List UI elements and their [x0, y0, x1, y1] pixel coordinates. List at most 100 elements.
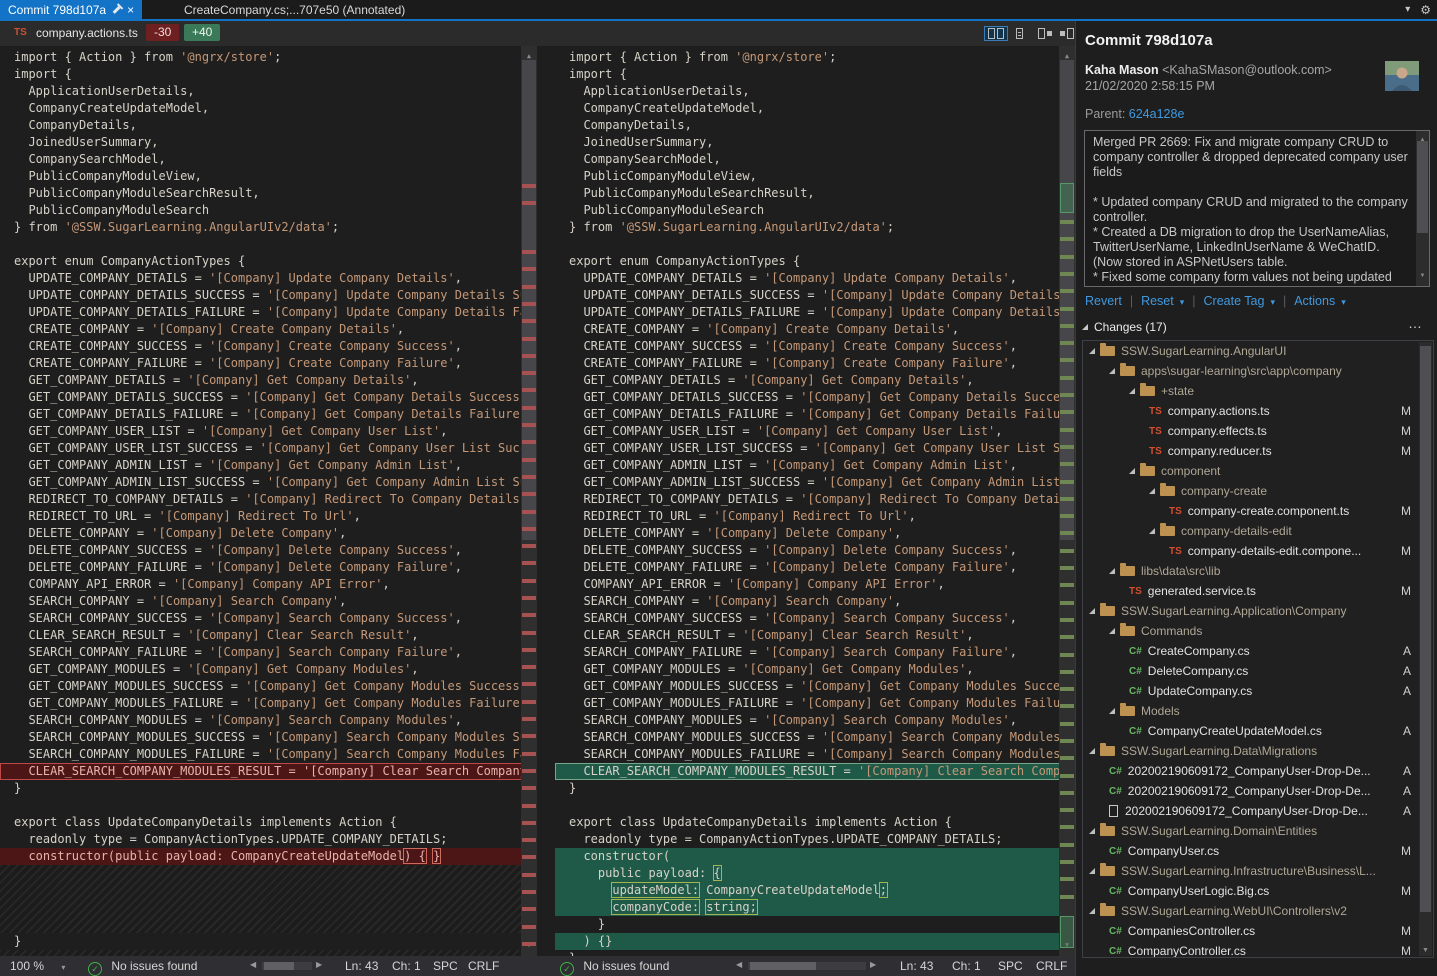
actions-link[interactable]: Actions: [1294, 294, 1335, 308]
code-line[interactable]: import {: [0, 66, 537, 83]
tab-annotated-file[interactable]: CreateCompany.cs;...707e50 (Annotated): [176, 0, 413, 19]
expanded-triangle-icon[interactable]: [1109, 368, 1115, 374]
code-line[interactable]: [0, 865, 537, 882]
code-line[interactable]: ) {}: [555, 933, 1075, 950]
create-tag-link[interactable]: Create Tag: [1204, 294, 1265, 308]
expanded-triangle-icon[interactable]: [1129, 388, 1135, 394]
tree-folder-row[interactable]: company-create: [1083, 481, 1433, 501]
code-line[interactable]: GET_COMPANY_DETAILS_FAILURE = '[Company]…: [555, 406, 1075, 423]
side-by-side-view-icon[interactable]: [984, 25, 1008, 41]
code-line[interactable]: [0, 899, 537, 916]
code-line[interactable]: GET_COMPANY_MODULES_SUCCESS = '[Company]…: [555, 678, 1075, 695]
code-line[interactable]: [0, 797, 537, 814]
tree-folder-row[interactable]: SSW.SugarLearning.AngularUI: [1083, 341, 1433, 361]
code-line[interactable]: PublicCompanyModuleView,: [555, 168, 1075, 185]
code-line[interactable]: } from '@SSW.SugarLearning.AngularUIv2/d…: [555, 219, 1075, 236]
code-line[interactable]: UPDATE_COMPANY_DETAILS = '[Company] Upda…: [0, 270, 537, 287]
code-line[interactable]: readonly type = CompanyActionTypes.UPDAT…: [0, 831, 537, 848]
code-line[interactable]: companyCode: string;: [555, 899, 1075, 916]
code-line[interactable]: export class UpdateCompanyDetails implem…: [555, 814, 1075, 831]
tree-file-row[interactable]: TScompany.reducer.tsM: [1083, 441, 1433, 461]
code-line[interactable]: GET_COMPANY_DETAILS = '[Company] Get Com…: [0, 372, 537, 389]
code-line[interactable]: GET_COMPANY_DETAILS_FAILURE = '[Company]…: [0, 406, 537, 423]
code-line[interactable]: GET_COMPANY_ADMIN_LIST_SUCCESS = '[Compa…: [0, 474, 537, 491]
code-line[interactable]: SEARCH_COMPANY_MODULES = '[Company] Sear…: [0, 712, 537, 729]
code-line[interactable]: DELETE_COMPANY = '[Company] Delete Compa…: [555, 525, 1075, 542]
code-line[interactable]: GET_COMPANY_MODULES = '[Company] Get Com…: [0, 661, 537, 678]
chevron-down-icon[interactable]: ▾: [1180, 297, 1185, 308]
code-line[interactable]: GET_COMPANY_MODULES = '[Company] Get Com…: [555, 661, 1075, 678]
scrollbar-thumb[interactable]: [522, 60, 536, 540]
code-line[interactable]: CLEAR_SEARCH_RESULT = '[Company] Clear S…: [0, 627, 537, 644]
code-line[interactable]: SEARCH_COMPANY_FAILURE = '[Company] Sear…: [0, 644, 537, 661]
code-line[interactable]: PublicCompanyModuleSearch: [555, 202, 1075, 219]
expanded-triangle-icon[interactable]: [1089, 348, 1095, 354]
code-line[interactable]: }: [0, 780, 537, 797]
code-line[interactable]: DELETE_COMPANY_SUCCESS = '[Company] Dele…: [555, 542, 1075, 559]
expanded-triangle-icon[interactable]: [1109, 708, 1115, 714]
tree-folder-row[interactable]: component: [1083, 461, 1433, 481]
diff-pane-new[interactable]: import { Action } from '@ngrx/store';imp…: [555, 46, 1075, 956]
inline-view-icon[interactable]: [1013, 25, 1026, 41]
code-line[interactable]: DELETE_COMPANY_FAILURE = '[Company] Dele…: [0, 559, 537, 576]
hscroll-left-icon[interactable]: ◀: [250, 960, 256, 969]
code-line[interactable]: import { Action } from '@ngrx/store';: [555, 49, 1075, 66]
code-line[interactable]: GET_COMPANY_DETAILS_SUCCESS = '[Company]…: [555, 389, 1075, 406]
close-icon[interactable]: ×: [127, 3, 134, 17]
code-line[interactable]: CREATE_COMPANY_FAILURE = '[Company] Crea…: [555, 355, 1075, 372]
scrollbar-thumb[interactable]: [1060, 60, 1074, 540]
code-line[interactable]: CREATE_COMPANY = '[Company] Create Compa…: [555, 321, 1075, 338]
tree-file-row[interactable]: C#CompanyUserLogic.Big.csM: [1083, 881, 1433, 901]
code-line[interactable]: PublicCompanyModuleView,: [0, 168, 537, 185]
code-line[interactable]: DELETE_COMPANY_FAILURE = '[Company] Dele…: [555, 559, 1075, 576]
tree-folder-row[interactable]: +state: [1083, 381, 1433, 401]
tree-file-row[interactable]: TScompany.effects.tsM: [1083, 421, 1433, 441]
code-line[interactable]: }: [555, 780, 1075, 797]
code-line[interactable]: }: [555, 916, 1075, 933]
code-line[interactable]: SEARCH_COMPANY_MODULES_SUCCESS = '[Compa…: [555, 729, 1075, 746]
code-line[interactable]: SEARCH_COMPANY_MODULES_FAILURE = '[Compa…: [0, 746, 537, 763]
code-line[interactable]: }: [0, 933, 537, 950]
code-line[interactable]: GET_COMPANY_ADMIN_LIST = '[Company] Get …: [555, 457, 1075, 474]
code-line[interactable]: CompanySearchModel,: [0, 151, 537, 168]
code-line[interactable]: ApplicationUserDetails,: [555, 83, 1075, 100]
code-line[interactable]: REDIRECT_TO_URL = '[Company] Redirect To…: [555, 508, 1075, 525]
hscroll-left-icon2[interactable]: ◀: [736, 960, 742, 969]
code-line[interactable]: UPDATE_COMPANY_DETAILS = '[Company] Upda…: [555, 270, 1075, 287]
expanded-triangle-icon[interactable]: [1089, 828, 1095, 834]
code-line[interactable]: REDIRECT_TO_COMPANY_DETAILS = '[Company]…: [0, 491, 537, 508]
code-line[interactable]: GET_COMPANY_USER_LIST_SUCCESS = '[Compan…: [555, 440, 1075, 457]
commit-message-box[interactable]: Merged PR 2669: Fix and migrate company …: [1084, 130, 1430, 287]
code-line[interactable]: GET_COMPANY_DETAILS = '[Company] Get Com…: [555, 372, 1075, 389]
code-line[interactable]: PublicCompanyModuleSearchResult,: [0, 185, 537, 202]
code-line[interactable]: JoinedUserSummary,: [0, 134, 537, 151]
hscroll-right-icon2[interactable]: ▶: [870, 960, 876, 969]
tree-folder-row[interactable]: libs\data\src\lib: [1083, 561, 1433, 581]
code-line[interactable]: [0, 916, 537, 933]
tree-file-row[interactable]: TScompany-create.component.tsM: [1083, 501, 1433, 521]
changes-header[interactable]: Changes (17): [1082, 320, 1167, 334]
code-line[interactable]: CLEAR_SEARCH_RESULT = '[Company] Clear S…: [555, 627, 1075, 644]
code-line[interactable]: DELETE_COMPANY_SUCCESS = '[Company] Dele…: [0, 542, 537, 559]
new-pane-scrollbar[interactable]: ▲ ▼: [1059, 46, 1075, 956]
ellipsis-menu-icon[interactable]: …: [1408, 315, 1423, 331]
code-line[interactable]: PublicCompanyModuleSearchResult,: [555, 185, 1075, 202]
tree-file-row[interactable]: C#CreateCompany.csA: [1083, 641, 1433, 661]
tree-scrollbar[interactable]: ▼: [1419, 342, 1432, 956]
code-line[interactable]: ApplicationUserDetails,: [0, 83, 537, 100]
tree-folder-row[interactable]: SSW.SugarLearning.Infrastructure\Busines…: [1083, 861, 1433, 881]
expanded-triangle-icon[interactable]: [1089, 868, 1095, 874]
old-pane-hscrollbar[interactable]: [262, 962, 312, 970]
code-line[interactable]: GET_COMPANY_USER_LIST_SUCCESS = '[Compan…: [0, 440, 537, 457]
expanded-triangle-icon[interactable]: [1089, 608, 1095, 614]
tree-folder-row[interactable]: apps\sugar-learning\src\app\company: [1083, 361, 1433, 381]
code-line[interactable]: PublicCompanyModuleSearch: [0, 202, 537, 219]
tree-folder-row[interactable]: SSW.SugarLearning.Data\Migrations: [1083, 741, 1433, 761]
tree-file-row[interactable]: C#202002190609172_CompanyUser-Drop-De...…: [1083, 781, 1433, 801]
code-line[interactable]: CREATE_COMPANY_SUCCESS = '[Company] Crea…: [555, 338, 1075, 355]
scrollbar-thumb[interactable]: [1417, 141, 1428, 233]
reset-link[interactable]: Reset: [1141, 294, 1174, 308]
code-line[interactable]: UPDATE_COMPANY_DETAILS_FAILURE = '[Compa…: [0, 304, 537, 321]
tree-file-row[interactable]: C#CompanyCreateUpdateModel.csA: [1083, 721, 1433, 741]
code-line[interactable]: readonly type = CompanyActionTypes.UPDAT…: [555, 831, 1075, 848]
